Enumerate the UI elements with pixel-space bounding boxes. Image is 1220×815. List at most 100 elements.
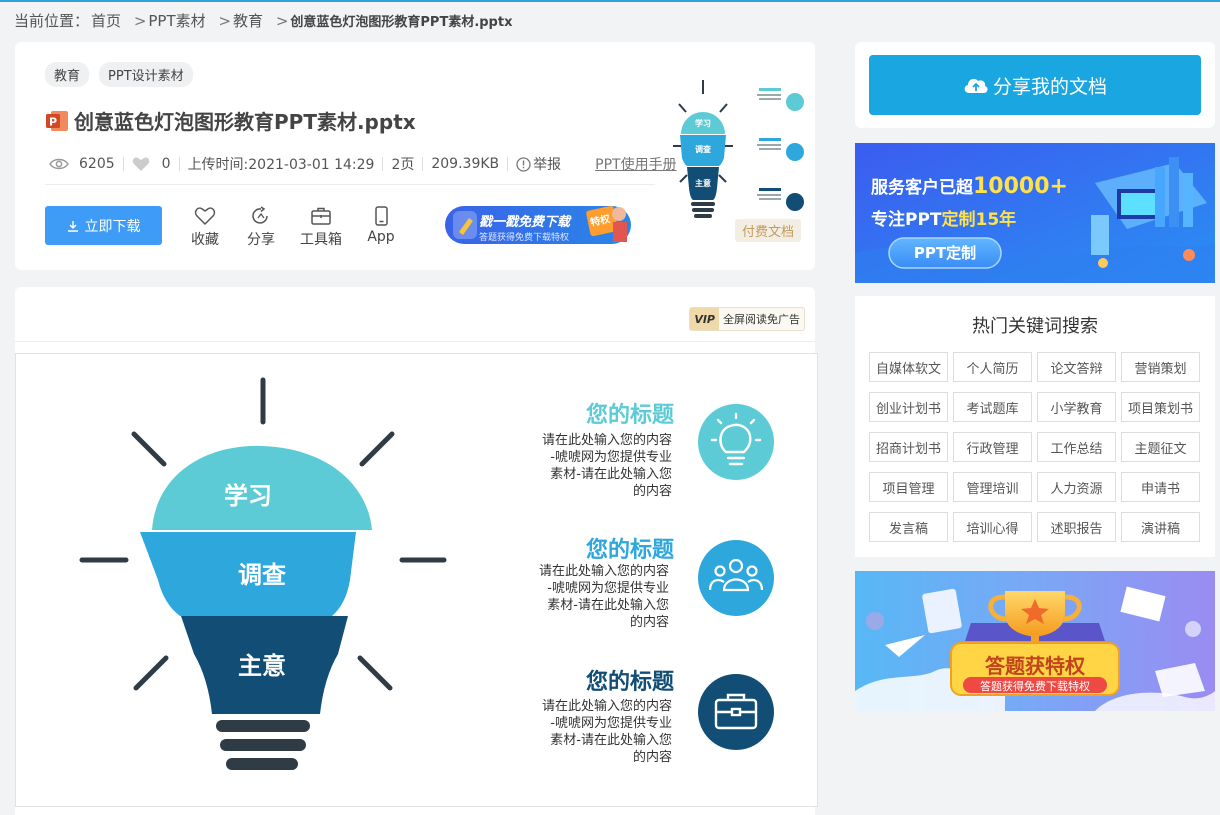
- item-3-line-3: 素材-请在此处输入您: [550, 732, 672, 748]
- item-1-line-1: 请在此处输入您的内容: [542, 432, 672, 448]
- item-2-circle: [698, 540, 774, 616]
- item-2-line-3: 素材-请在此处输入您: [547, 597, 669, 613]
- svg-text:学习: 学习: [695, 118, 711, 128]
- like-count[interactable]: 0: [132, 156, 171, 172]
- app-button[interactable]: App: [363, 206, 399, 249]
- banner2-title: 答题获特权: [985, 654, 1085, 678]
- keyword-tag[interactable]: 考试题库: [953, 392, 1032, 422]
- keyword-tag[interactable]: 行政管理: [953, 432, 1032, 462]
- item-2-line-1: 请在此处输入您的内容: [539, 563, 669, 579]
- breadcrumb: 当前位置： 首页 > PPT素材 > 教育 > 创意蓝色灯泡图形教育PPT素材.pptx: [14, 12, 513, 30]
- keyword-tag[interactable]: 招商计划书: [869, 432, 948, 462]
- toolbox-icon: [311, 207, 331, 225]
- item-1-line-4: 的内容: [633, 483, 672, 499]
- svg-text:P: P: [49, 115, 57, 128]
- item-title-2: 您的标题: [586, 537, 675, 563]
- slide-preview: 学习 调查 主意 您的标题 请在此处输入您的内容 -唬唬网为您提供专业 素材-请…: [15, 353, 818, 807]
- promo-title: 戳一戳免费下载: [479, 215, 571, 230]
- hot-keywords-card: 热门关键词搜索 自媒体软文 个人简历 论文答辩 营销策划 创业计划书 考试题库 …: [855, 296, 1215, 557]
- divider: [45, 184, 655, 185]
- keyword-tag[interactable]: 培训心得: [953, 512, 1032, 542]
- free-download-promo[interactable]: 戳一戳免费下载 答题获得免费下载特权 特权: [443, 202, 635, 248]
- upload-time: 上传时间:2021-03-01 14:29: [187, 157, 375, 173]
- favorite-button[interactable]: 收藏: [187, 206, 223, 249]
- item-1-line-3: 素材-请在此处输入您: [550, 466, 672, 482]
- item-2-line-4: 的内容: [630, 614, 669, 630]
- banner1-number: 10000+: [973, 174, 1068, 199]
- promo-subtitle: 答题获得免费下载特权: [479, 233, 570, 243]
- keyword-tag[interactable]: 发言稿: [869, 512, 948, 542]
- banner1-line2: 专注PPT: [871, 210, 942, 230]
- document-thumbnail[interactable]: 学习 调查 主意: [663, 74, 811, 240]
- svg-text:主意: 主意: [695, 178, 711, 188]
- top-accent-line: [0, 0, 1220, 2]
- slide-canvas: 学习 调查 主意 您的标题 请在此处输入您的内容 -唬唬网为您提供专业 素材-请…: [79, 377, 774, 770]
- file-size: 209.39KB: [431, 156, 500, 172]
- banner2-subtitle: 答题获得免费下载特权: [980, 680, 1090, 693]
- hot-keywords-title: 热门关键词搜索: [972, 316, 1098, 337]
- document-preview: VIP 全屏阅读免广告 学习 调查 主意 您的标题 请在此处输入您的内容 -唬唬…: [15, 287, 818, 815]
- keyword-tag[interactable]: 主题征文: [1121, 432, 1200, 462]
- keyword-tag[interactable]: 工作总结: [1037, 432, 1116, 462]
- tag-ppt-design[interactable]: PPT设计素材: [99, 62, 193, 87]
- warning-icon: [516, 156, 531, 172]
- item-2-line-2: -唬唬网为您提供专业: [547, 580, 669, 596]
- svg-text:调查: 调查: [695, 144, 712, 154]
- tag-list: 教育 PPT设计素材: [45, 62, 193, 87]
- item-3-line-2: -唬唬网为您提供专业: [550, 715, 672, 731]
- item-title-1: 您的标题: [586, 402, 675, 428]
- download-button[interactable]: 立即下载: [45, 206, 162, 245]
- report-button[interactable]: 举报: [516, 154, 561, 174]
- title-row: P 创意蓝色灯泡图形教育PPT素材.pptx: [45, 106, 416, 135]
- eye-icon: [49, 158, 69, 170]
- keyword-tag[interactable]: 演讲稿: [1121, 512, 1200, 542]
- banner1-line1: 服务客户已超: [871, 178, 973, 198]
- phone-icon: [375, 206, 388, 226]
- share-button[interactable]: 分享: [243, 206, 279, 249]
- share-my-document-button[interactable]: 分享我的文档: [869, 55, 1201, 115]
- document-title: 创意蓝色灯泡图形教育PPT素材.pptx: [74, 110, 416, 134]
- breadcrumb-ppt-material[interactable]: PPT素材: [148, 12, 205, 30]
- item-1-line-2: -唬唬网为您提供专业: [550, 449, 672, 465]
- tag-education[interactable]: 教育: [45, 62, 90, 87]
- keyword-tag[interactable]: 述职报告: [1037, 512, 1116, 542]
- heart-outline-icon: [194, 207, 216, 226]
- ppt-custom-banner[interactable]: 服务客户已超10000+ 专注PPT定制15年 PPT定制: [855, 143, 1215, 283]
- toolbox-button[interactable]: 工具箱: [299, 206, 343, 249]
- item-3-line-4: 的内容: [633, 749, 672, 765]
- adfree-reading-button[interactable]: VIP 全屏阅读免广告: [689, 307, 805, 331]
- bulb-label-survey: 调查: [238, 561, 286, 589]
- keyword-tag[interactable]: 论文答辩: [1037, 352, 1116, 382]
- action-bar: 收藏 分享 工具箱 App: [187, 206, 399, 249]
- keyword-tag[interactable]: 个人简历: [953, 352, 1032, 382]
- quiz-privilege-banner[interactable]: 答题获特权 答题获得免费下载特权: [855, 571, 1215, 711]
- breadcrumb-current: 创意蓝色灯泡图形教育PPT素材.pptx: [290, 15, 513, 30]
- breadcrumb-education[interactable]: 教育: [233, 12, 263, 30]
- powerpoint-icon: P: [45, 109, 69, 133]
- breadcrumb-label: 当前位置：: [14, 12, 90, 30]
- cloud-upload-icon: [964, 78, 988, 93]
- breadcrumb-home[interactable]: 首页: [91, 12, 121, 30]
- bulb-label-study: 学习: [224, 482, 272, 510]
- keyword-tag[interactable]: 人力资源: [1037, 472, 1116, 502]
- document-info-card: 教育 PPT设计素材 P 创意蓝色灯泡图形教育PPT素材.pptx 6205 0…: [15, 42, 815, 270]
- vip-badge: VIP: [690, 308, 719, 330]
- keyword-tag[interactable]: 营销策划: [1121, 352, 1200, 382]
- document-meta: 6205 0 上传时间:2021-03-01 14:29 2页 209.39KB…: [49, 154, 677, 174]
- share-icon: [252, 206, 268, 224]
- keyword-tag[interactable]: 管理培训: [953, 472, 1032, 502]
- view-count: 6205: [49, 156, 115, 172]
- keyword-tag[interactable]: 小学教育: [1037, 392, 1116, 422]
- bulb-label-idea: 主意: [238, 652, 286, 680]
- keyword-tag[interactable]: 创业计划书: [869, 392, 948, 422]
- keyword-tag[interactable]: 自媒体软文: [869, 352, 948, 382]
- download-icon: [67, 220, 78, 232]
- keyword-tag[interactable]: 项目策划书: [1121, 392, 1200, 422]
- banner1-highlight: 定制15年: [941, 210, 1017, 230]
- page-count: 2页: [391, 157, 415, 173]
- item-3-line-1: 请在此处输入您的内容: [542, 698, 672, 714]
- keyword-tag[interactable]: 申请书: [1121, 472, 1200, 502]
- item-title-3: 您的标题: [586, 669, 675, 695]
- ppt-custom-button[interactable]: PPT定制: [889, 238, 1001, 268]
- keyword-tag[interactable]: 项目管理: [869, 472, 948, 502]
